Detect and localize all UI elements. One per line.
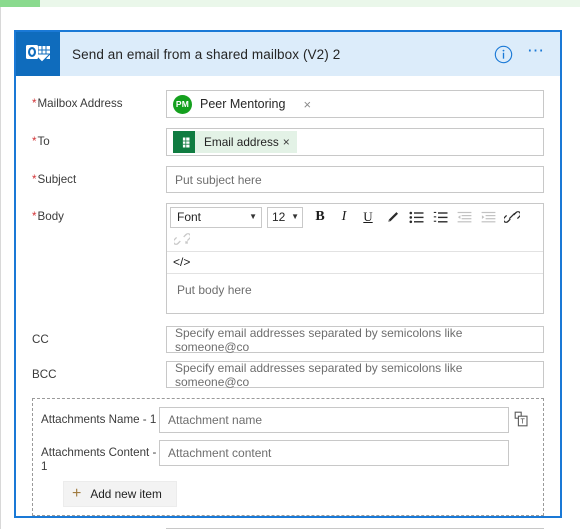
cc-input[interactable]: Specify email addresses separated by sem… [166,326,544,354]
code-view-icon[interactable]: </> [173,255,190,269]
plus-icon: + [72,485,82,502]
subject-label: *Subject [32,173,77,186]
add-new-item-button[interactable]: + Add new item [63,481,177,507]
delete-item-icon[interactable]: T [509,407,535,428]
card-title: Send an email from a shared mailbox (V2)… [72,46,341,62]
page-left-edge [0,7,1,529]
svg-text:T: T [521,418,526,425]
font-size-select[interactable]: 12 ▼ [267,206,303,228]
attachments-group: Attachments Name - 1 Attachment name T A… [32,398,544,516]
delete-item-placeholder [509,440,535,444]
font-family-select[interactable]: Font ▼ [170,206,262,228]
ellipsis-icon[interactable]: ⋯ [527,42,546,63]
header-actions: ⋯ [494,42,560,64]
subject-input[interactable]: Put subject here [166,166,544,193]
bcc-input[interactable]: Specify email addresses separated by sem… [166,361,544,389]
highlighter-icon[interactable] [381,206,403,228]
card-body: *Mailbox Address PM Peer Mentoring × *To [16,76,560,529]
outlook-icon [16,32,60,76]
decrease-indent-icon[interactable] [453,206,475,228]
mailbox-address-label: *Mailbox Address [32,97,123,110]
bulleted-list-icon[interactable] [405,206,427,228]
attachments-content-input[interactable]: Attachment content [159,440,509,466]
rte-toolbar: Font ▼ 12 ▼ B I U [167,204,543,252]
to-input[interactable]: Email address × [166,128,544,156]
mailbox-chip-label: Peer Mentoring [200,97,286,111]
info-circle-icon[interactable] [494,45,513,64]
bcc-label: BCC [32,368,57,381]
field-row-bcc: BCC Specify email addresses separated by… [16,361,560,389]
close-icon[interactable]: × [283,135,297,149]
required-asterisk: * [32,210,37,223]
required-asterisk: * [32,97,37,110]
cc-label: CC [32,333,49,346]
to-token-label: Email address [204,135,279,149]
attachments-content-row: Attachments Content - 1 Attachment conte… [41,440,535,474]
body-label: *Body [32,210,64,223]
field-row-mailbox-address: *Mailbox Address PM Peer Mentoring × [16,90,560,118]
font-family-value: Font [177,210,202,224]
italic-icon[interactable]: I [333,206,355,228]
increase-indent-icon[interactable] [477,206,499,228]
field-row-to: *To Email address × [16,128,560,156]
excel-icon [173,131,195,153]
rte-toolbar-row2: </> [167,252,543,274]
screen: Send an email from a shared mailbox (V2)… [0,0,580,529]
numbered-list-icon[interactable] [429,206,451,228]
mailbox-address-input[interactable]: PM Peer Mentoring × [166,90,544,118]
chevron-down-icon: ▼ [291,212,299,221]
field-row-cc: CC Specify email addresses separated by … [16,326,560,354]
link-icon[interactable] [501,206,523,228]
body-input[interactable]: Put body here [167,274,543,313]
field-row-body: *Body Font ▼ 12 ▼ B I U </> Put body her… [16,203,560,314]
required-asterisk: * [32,173,37,186]
attachments-name-row: Attachments Name - 1 Attachment name T [41,407,535,433]
action-card: Send an email from a shared mailbox (V2)… [14,30,562,529]
chevron-down-icon: ▼ [249,212,257,221]
required-asterisk: * [32,135,37,148]
card-header[interactable]: Send an email from a shared mailbox (V2)… [16,32,560,76]
body-rich-text-editor[interactable]: Font ▼ 12 ▼ B I U </> Put body here [166,203,544,314]
font-size-value: 12 [272,210,286,224]
to-label: *To [32,135,50,148]
progress-bar-fill [0,0,40,7]
avatar: PM [173,94,192,114]
add-new-item-label: Add new item [90,487,162,501]
field-row-subject: *Subject Put subject here [16,166,560,193]
mailbox-chip[interactable]: PM Peer Mentoring × [171,94,311,114]
unlink-icon[interactable] [171,228,193,250]
attachments-content-label: Attachments Content - 1 [41,446,157,473]
underline-icon[interactable]: U [357,206,379,228]
attachments-name-label: Attachments Name - 1 [41,413,157,426]
close-icon[interactable]: × [303,97,311,112]
bold-icon[interactable]: B [309,206,331,228]
attachments-name-input[interactable]: Attachment name [159,407,509,433]
progress-bar-track [0,0,580,7]
to-token[interactable]: Email address × [173,131,297,153]
